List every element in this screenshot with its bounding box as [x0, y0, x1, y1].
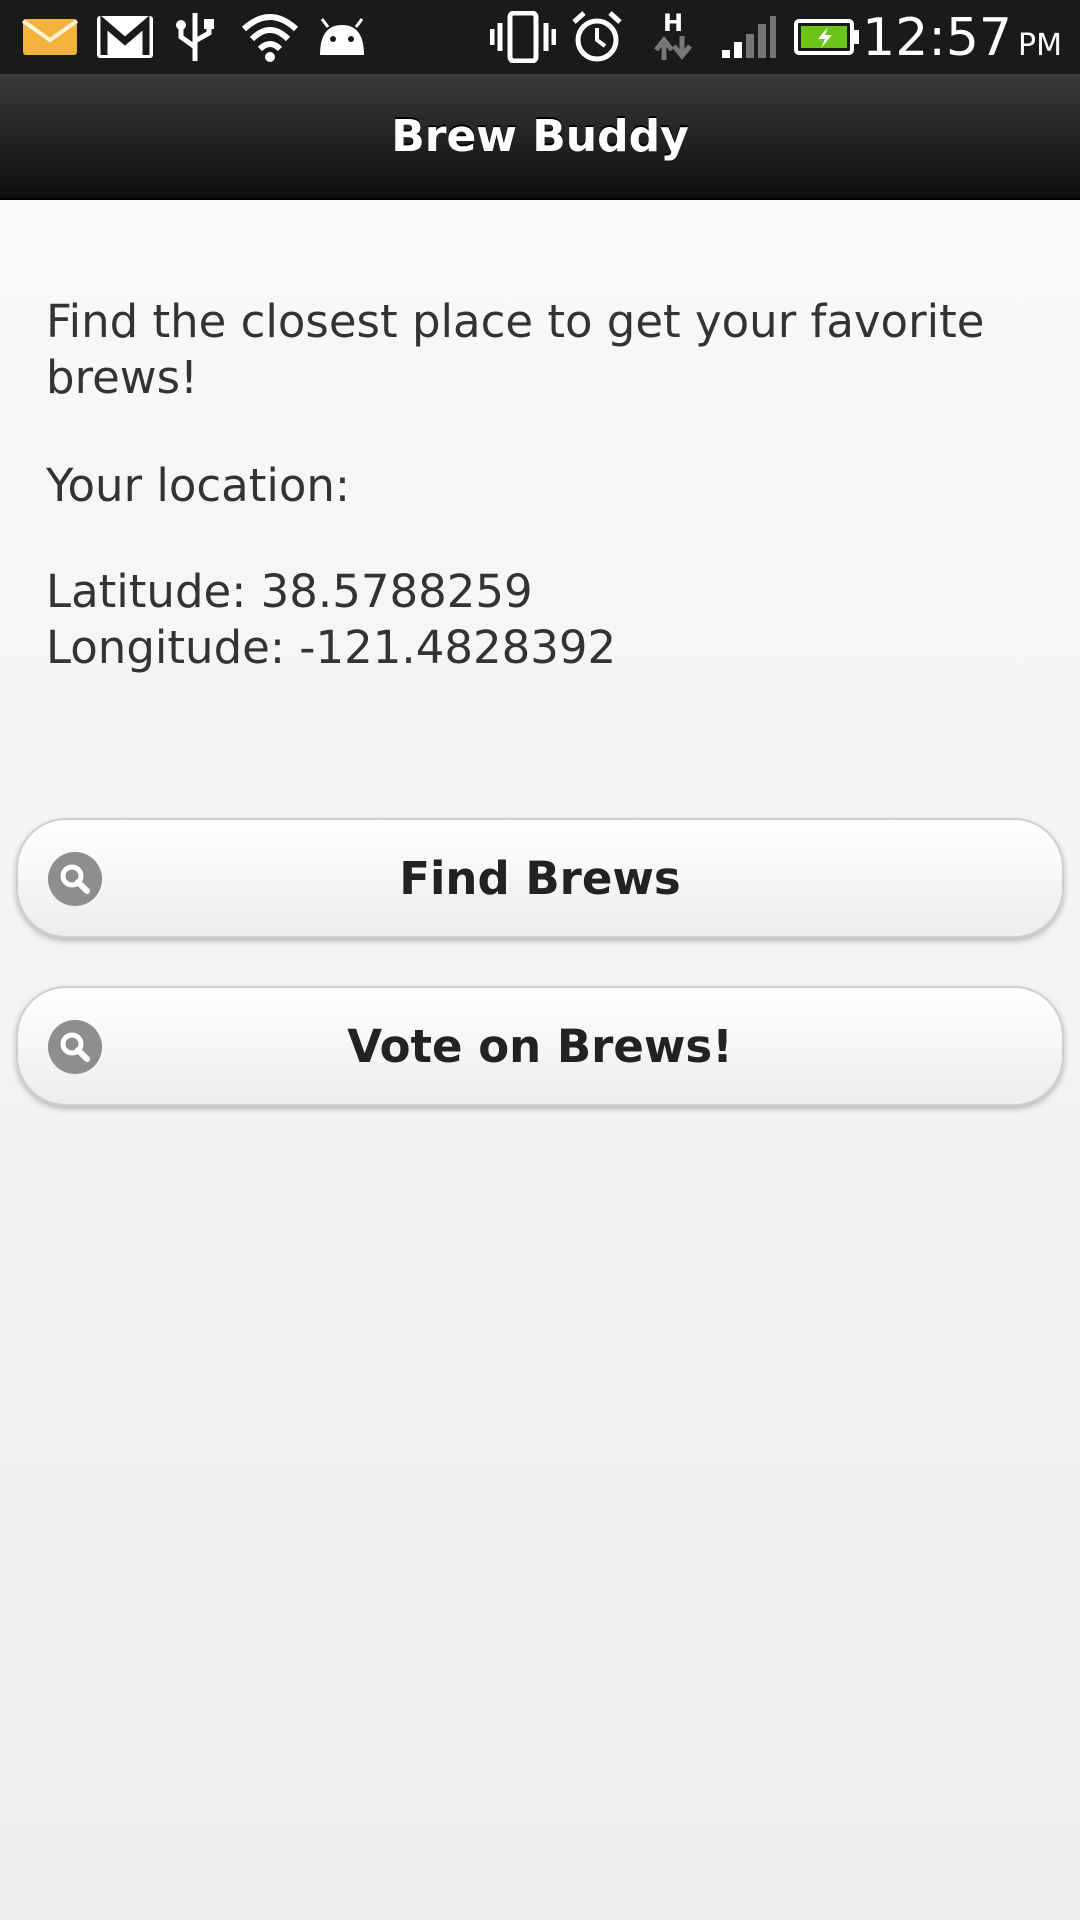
clock: 12:57 PM: [862, 8, 1062, 76]
alarm-icon: [570, 11, 624, 62]
signal-icon: [720, 12, 778, 62]
page-title: Brew Buddy: [391, 110, 689, 162]
usb-icon: [172, 12, 218, 62]
status-bar: H 12:57 PM: [0, 0, 1080, 74]
location-label: Your location:: [46, 459, 351, 512]
vote-on-brews-button[interactable]: Vote on Brews!: [16, 986, 1064, 1106]
search-icon: [48, 852, 102, 906]
intro-text: Find the closest place to get your favor…: [46, 295, 985, 404]
find-brews-button[interactable]: Find Brews: [16, 818, 1064, 938]
vote-on-brews-label: Vote on Brews!: [347, 1019, 733, 1073]
vibrate-icon: [490, 11, 556, 63]
network-type-label: H: [662, 9, 684, 37]
gmail-icon: [96, 12, 154, 62]
clock-time: 12:57: [862, 8, 1013, 68]
longitude-value: Longitude: -121.4828392: [46, 621, 617, 674]
latitude-value: Latitude: 38.5788259: [46, 565, 533, 618]
find-brews-label: Find Brews: [399, 851, 681, 905]
network-h-icon: H: [650, 9, 696, 62]
email-icon: [22, 12, 78, 62]
clock-ampm: PM: [1018, 28, 1062, 63]
main-content: Find the closest place to get your favor…: [0, 200, 1080, 1920]
search-icon: [48, 1020, 102, 1074]
battery-charging-icon: [794, 12, 860, 62]
wifi-icon: [240, 12, 300, 62]
app-header: Brew Buddy: [0, 74, 1080, 200]
android-debug-icon: [316, 12, 368, 62]
